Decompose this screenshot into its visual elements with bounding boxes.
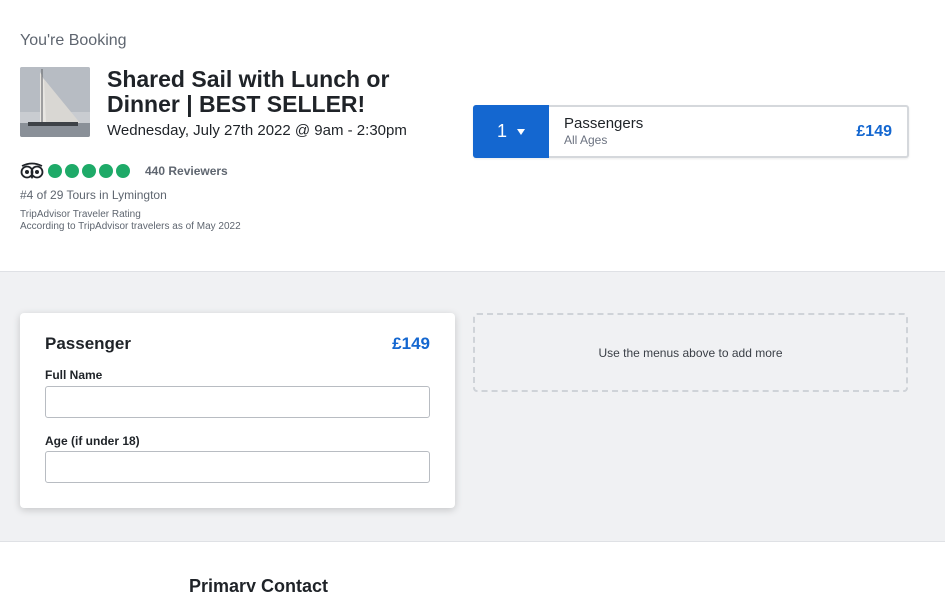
rating-bubble [48,164,62,178]
age-label: Age (if under 18) [45,434,140,448]
passenger-info: Passengers All Ages [549,107,856,156]
quantity-value: 1 [496,121,507,141]
rating-row: 440 Reviewers [20,162,228,180]
quantity-dropdown[interactable]: 1 [473,105,549,158]
booking-summary: You're Booking Shared Sail with Lunch or… [0,0,945,272]
passenger-card-price: £149 [392,334,430,353]
reviewers-count[interactable]: 440 Reviewers [145,164,228,178]
primary-contact-heading: Primary Contact [189,576,329,592]
passenger-price: £149 [856,122,892,140]
tour-thumbnail [20,67,90,137]
tour-rank: #4 of 29 Tours in Lymington [20,188,167,202]
caret-down-icon [517,128,525,135]
booking-label: You're Booking [20,32,127,49]
passenger-type-sublabel: All Ages [564,133,608,147]
passenger-details-section: Passenger £149 Full Name Age (if under 1… [0,272,945,542]
full-name-input[interactable] [45,386,430,418]
add-more-placeholder: Use the menus above to add more [473,313,908,392]
rating-bubble [65,164,79,178]
tour-date: Wednesday, July 27th 2022 @ 9am - 2:30pm [107,122,407,139]
rating-source: TripAdvisor Traveler Rating [20,209,141,220]
add-more-text: Use the menus above to add more [598,345,783,360]
rating-bubble [116,164,130,178]
tour-title: Shared Sail with Lunch or Dinner | BEST … [107,66,390,117]
rating-bubble [99,164,113,178]
passenger-card-title: Passenger [45,334,131,353]
full-name-label: Full Name [45,368,103,382]
passenger-type-label: Passengers [564,115,644,132]
rating-note: According to TripAdvisor travelers as of… [20,221,241,232]
tripadvisor-owl-icon [20,162,44,179]
rating-bubble [82,164,96,178]
age-input[interactable] [45,451,430,483]
passenger-card: Passenger £149 Full Name Age (if under 1… [20,313,455,508]
passenger-selector: 1 Passengers All Ages £149 [473,105,909,158]
